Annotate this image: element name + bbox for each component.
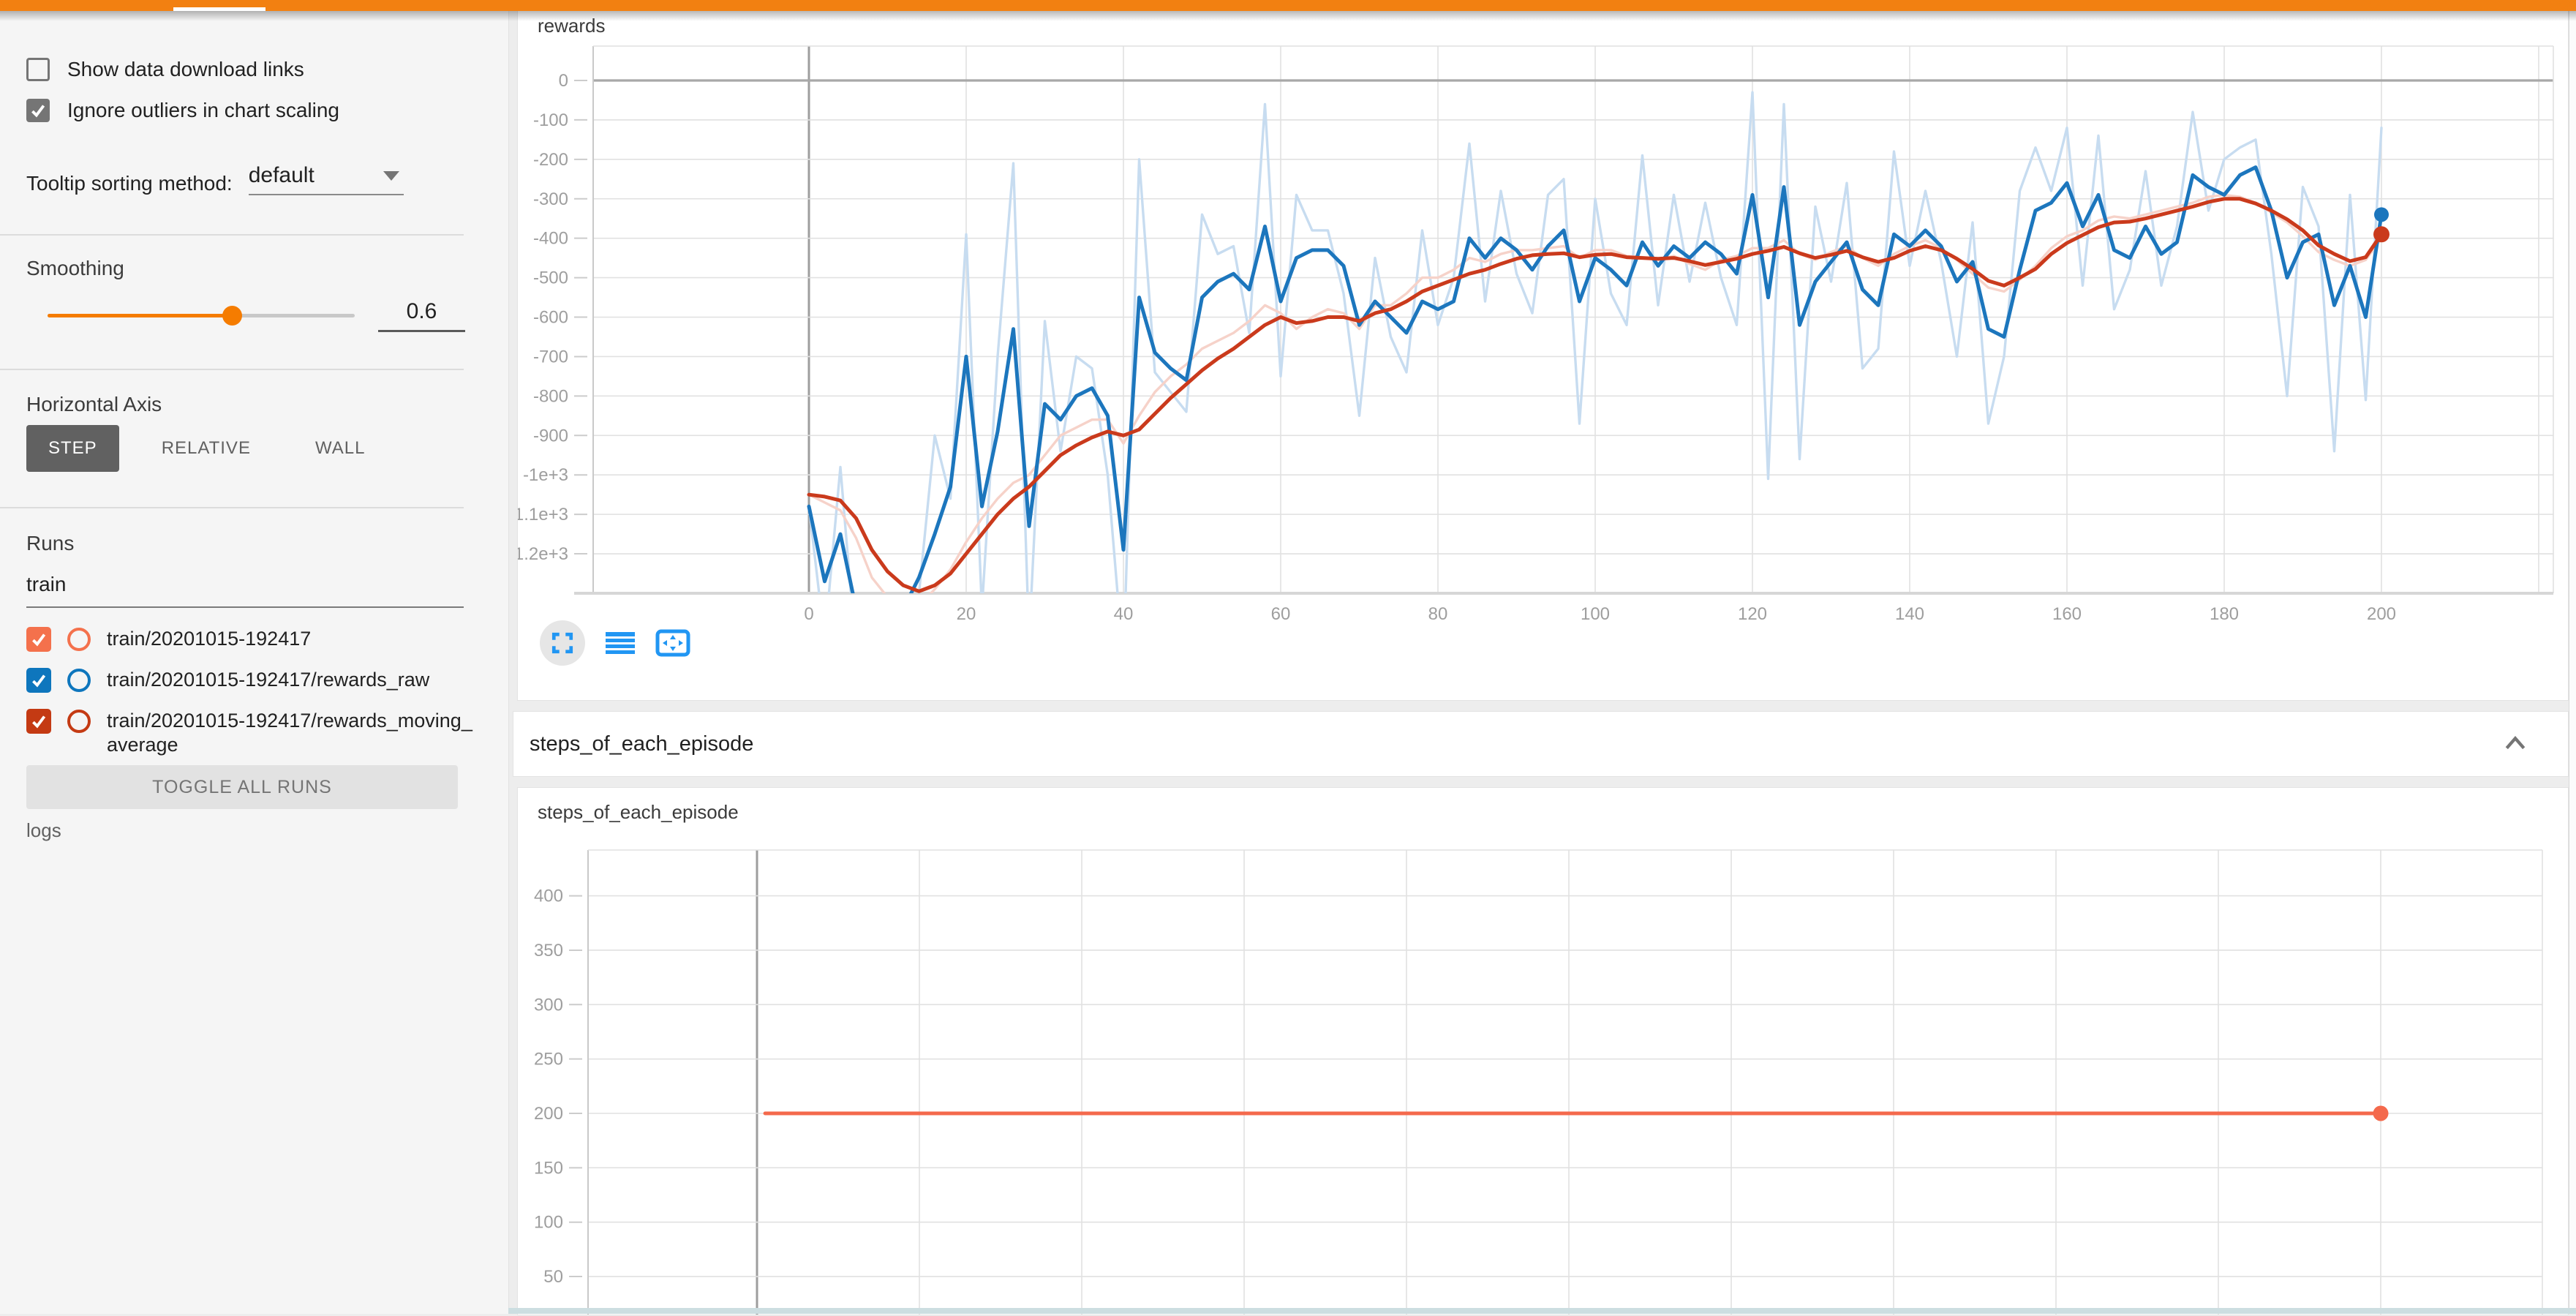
svg-text:20: 20: [957, 604, 976, 624]
settings-sidebar: Show data download links Ignore outliers…: [0, 11, 509, 1314]
tooltip-sorting-dropdown[interactable]: default: [249, 163, 404, 195]
svg-text:400: 400: [534, 887, 563, 906]
axis-relative-button[interactable]: RELATIVE: [140, 425, 273, 472]
tooltip-sorting-row: Tooltip sorting method: default: [26, 163, 404, 195]
scrollbar-track[interactable]: [2569, 11, 2576, 1314]
svg-text:-200: -200: [533, 150, 568, 170]
svg-text:-400: -400: [533, 229, 568, 249]
axis-wall-button[interactable]: WALL: [293, 425, 387, 472]
run-label: train/20201015-192417/rewards_moving_ave…: [107, 709, 472, 757]
toggle-all-runs-button[interactable]: TOGGLE ALL RUNS: [26, 765, 458, 809]
svg-text:-700: -700: [533, 347, 568, 366]
show-download-links-checkbox[interactable]: [26, 58, 50, 81]
run-checkbox[interactable]: [26, 709, 51, 734]
svg-text:-600: -600: [533, 308, 568, 328]
run-checkbox[interactable]: [26, 668, 51, 693]
top-app-bar: [0, 0, 2576, 11]
check-icon: [29, 671, 48, 690]
ignore-outliers-row[interactable]: Ignore outliers in chart scaling: [26, 99, 339, 122]
chevron-up-icon: [2501, 731, 2530, 756]
run-color-ring[interactable]: [67, 669, 91, 692]
svg-text:80: 80: [1428, 604, 1448, 624]
svg-text:-500: -500: [533, 268, 568, 288]
svg-text:350: 350: [534, 941, 563, 960]
run-label: train/20201015-192417/rewards_raw: [107, 668, 429, 692]
svg-text:40: 40: [1114, 604, 1134, 624]
steps-line-chart[interactable]: 400 350 300 250 200 150 100 50: [518, 788, 2569, 1316]
svg-text:180: 180: [2210, 604, 2239, 624]
runs-filter-input[interactable]: train: [26, 573, 464, 608]
run-checkbox[interactable]: [26, 627, 51, 652]
check-icon: [29, 630, 48, 649]
chart-toolbar: [540, 620, 690, 666]
runs-label: Runs: [26, 532, 74, 555]
slider-knob[interactable]: [222, 306, 242, 326]
run-color-ring[interactable]: [67, 710, 91, 733]
svg-text:160: 160: [2052, 604, 2082, 624]
svg-text:-100: -100: [533, 110, 568, 130]
ignore-outliers-label: Ignore outliers in chart scaling: [67, 99, 339, 122]
svg-text:200: 200: [2367, 604, 2396, 624]
svg-text:-900: -900: [533, 426, 568, 445]
show-download-links-row[interactable]: Show data download links: [26, 58, 304, 81]
smoothing-value-input[interactable]: 0.6: [378, 299, 465, 332]
horizontal-axis-button-group: STEP RELATIVE WALL: [26, 425, 387, 472]
logs-label: logs: [26, 819, 61, 842]
steps-section-title: steps_of_each_episode: [530, 732, 753, 756]
run-color-ring[interactable]: [67, 628, 91, 651]
svg-text:150: 150: [534, 1158, 563, 1178]
divider: [0, 507, 464, 508]
bottom-edge-strip: [508, 1308, 2576, 1314]
run-row-rewards-raw[interactable]: train/20201015-192417/rewards_raw: [26, 668, 429, 693]
svg-text:0: 0: [559, 71, 568, 91]
rewards-chart-card: rewards 0-100-200-300-400-500-600-700-80…: [517, 11, 2569, 701]
svg-text:-1.2e+3: -1.2e+3: [518, 544, 568, 564]
svg-text:120: 120: [1738, 604, 1767, 624]
data-lines-button[interactable]: [606, 631, 635, 655]
smoothing-slider[interactable]: [48, 306, 355, 325]
svg-text:200: 200: [534, 1104, 563, 1124]
fit-domain-icon: [655, 629, 690, 657]
slider-fill: [48, 314, 232, 317]
fullscreen-icon: [551, 631, 574, 655]
svg-text:140: 140: [1895, 604, 1924, 624]
check-icon: [29, 101, 48, 120]
fullscreen-button[interactable]: [540, 620, 585, 666]
divider: [0, 234, 464, 236]
svg-text:250: 250: [534, 1050, 563, 1069]
fit-domain-button[interactable]: [655, 629, 690, 657]
check-icon: [29, 712, 48, 731]
tooltip-sorting-value: default: [249, 163, 315, 188]
axis-step-button[interactable]: STEP: [26, 425, 119, 472]
svg-text:-1e+3: -1e+3: [523, 465, 568, 485]
divider: [0, 369, 464, 370]
run-label: train/20201015-192417: [107, 627, 311, 651]
dashboard-main: rewards 0-100-200-300-400-500-600-700-80…: [508, 11, 2576, 1314]
svg-text:-1.1e+3: -1.1e+3: [518, 505, 568, 524]
svg-text:60: 60: [1271, 604, 1291, 624]
svg-text:100: 100: [534, 1213, 563, 1233]
svg-text:300: 300: [534, 995, 563, 1015]
chevron-down-icon: [383, 171, 399, 181]
svg-text:-300: -300: [533, 189, 568, 209]
collapse-button[interactable]: [2501, 731, 2530, 759]
svg-text:-800: -800: [533, 386, 568, 406]
svg-text:0: 0: [804, 604, 813, 624]
rewards-line-chart[interactable]: 0 -100 -200 -300 -400 -500 -600 -700 -800 -900 -1e…: [518, 11, 2569, 701]
svg-text:50: 50: [543, 1267, 563, 1287]
svg-text:100: 100: [1581, 604, 1610, 624]
show-download-links-label: Show data download links: [67, 58, 304, 81]
steps-chart-card: steps_of_each_episode 400350300250200150…: [517, 787, 2569, 1315]
ignore-outliers-checkbox[interactable]: [26, 99, 50, 122]
data-lines-icon: [606, 631, 635, 655]
steps-section-header[interactable]: steps_of_each_episode: [513, 711, 2569, 777]
run-row-rewards-moving-average[interactable]: train/20201015-192417/rewards_moving_ave…: [26, 709, 472, 757]
active-tab-indicator: [173, 7, 265, 11]
tooltip-sorting-label: Tooltip sorting method:: [26, 172, 233, 195]
run-row-rewards[interactable]: train/20201015-192417: [26, 627, 311, 652]
smoothing-label: Smoothing: [26, 257, 124, 280]
horizontal-axis-label: Horizontal Axis: [26, 393, 162, 416]
